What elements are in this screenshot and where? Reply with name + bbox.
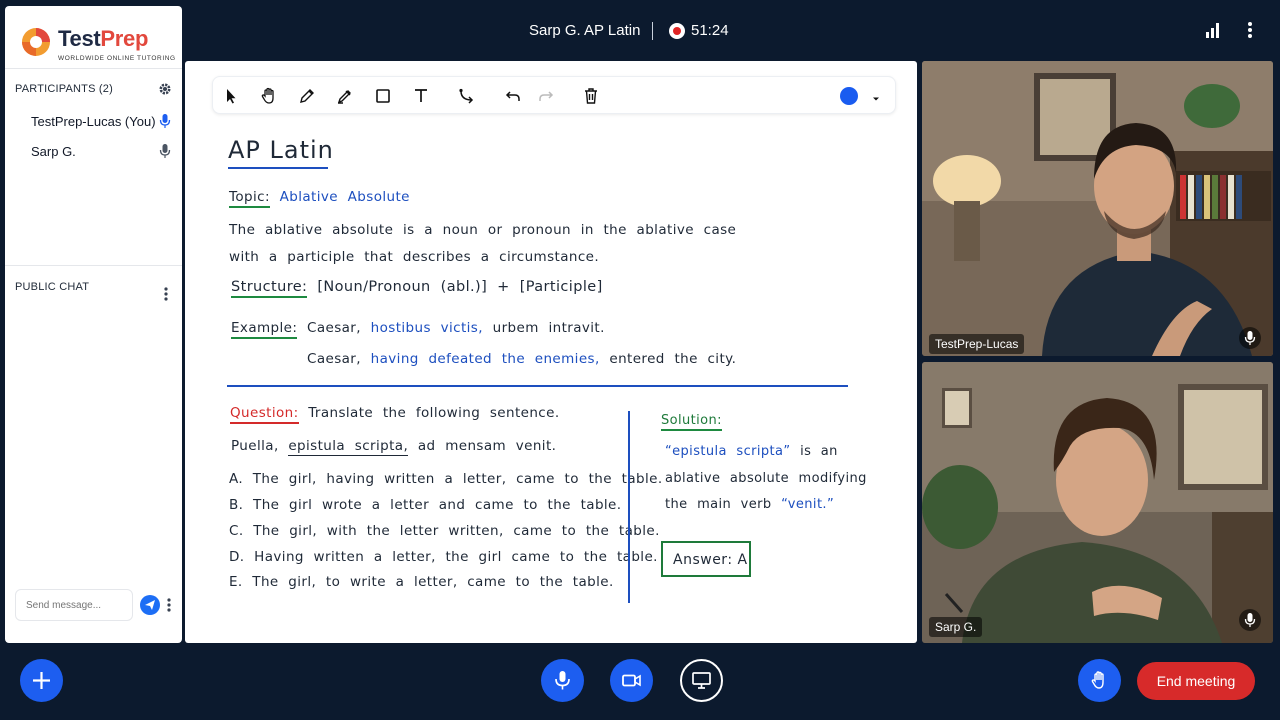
video-tile-sarp[interactable]: Sarp G. — [922, 362, 1273, 643]
video-tile-lucas[interactable]: TestPrep-Lucas — [922, 61, 1273, 356]
add-button[interactable] — [20, 659, 63, 702]
highlighter-icon[interactable] — [335, 86, 355, 106]
plus-icon — [33, 672, 50, 689]
question-line: Question: Translate the following senten… — [230, 405, 560, 424]
testprep-logo-mark-icon — [22, 28, 50, 56]
logo-tagline: WORLDWIDE ONLINE TUTORING — [58, 55, 176, 62]
screen-share-button[interactable] — [680, 659, 723, 702]
select-icon[interactable] — [221, 86, 241, 106]
trash-icon[interactable] — [581, 86, 601, 106]
participants-title: PARTICIPANTS (2) — [15, 83, 113, 95]
column-divider — [628, 411, 630, 603]
video-feed-sarp — [922, 362, 1273, 643]
divider — [5, 265, 182, 266]
microphone-toggle-button[interactable] — [541, 659, 584, 702]
chat-more-icon[interactable] — [162, 286, 170, 302]
section-divider — [227, 385, 848, 387]
recording-icon — [669, 23, 685, 39]
microphone-icon[interactable] — [1239, 609, 1261, 631]
video-feed-lucas — [922, 61, 1273, 356]
title-divider — [652, 22, 653, 40]
public-chat-title: PUBLIC CHAT — [15, 281, 90, 293]
microphone-icon[interactable] — [159, 113, 171, 129]
option-d: D. Having written a letter, the girl cam… — [229, 549, 658, 565]
example-label: Example: — [231, 320, 298, 339]
board-title: AP Latin — [228, 136, 334, 164]
chevron-down-icon[interactable] — [870, 90, 882, 102]
video-camera-icon — [622, 674, 641, 687]
whiteboard-toolbar — [212, 76, 896, 114]
top-bar: Sarp G. AP Latin 51:24 — [0, 0, 1280, 60]
structure-label: Structure: — [231, 279, 308, 298]
topic-value: Ablative Absolute — [279, 189, 410, 205]
chat-message-input[interactable] — [15, 589, 133, 621]
participant-sarp: Sarp G. — [31, 144, 76, 159]
microphone-icon — [555, 671, 570, 690]
microphone-icon[interactable] — [159, 143, 171, 159]
definition-line-2: with a participle that describes a circu… — [229, 249, 600, 265]
structure-line: Structure: [Noun/Pronoun (abl.)] + [Part… — [231, 279, 603, 298]
option-a: A. The girl, having written a letter, ca… — [229, 471, 663, 487]
send-icon — [145, 600, 155, 610]
text-icon[interactable] — [411, 86, 431, 106]
meeting-title: Sarp G. AP Latin — [529, 22, 641, 39]
answer-box: Answer: A — [661, 541, 751, 577]
solution-line-1: “epistula scripta” is an — [665, 444, 838, 459]
microphone-icon[interactable] — [1239, 327, 1261, 349]
video-name-tag: Sarp G. — [929, 617, 983, 637]
hand-icon[interactable] — [259, 86, 279, 106]
topic-line: Topic: Ablative Absolute — [229, 189, 410, 208]
answer-text: Answer: A — [673, 552, 748, 568]
video-name-tag: TestPrep-Lucas — [929, 334, 1025, 354]
gear-icon[interactable] — [158, 82, 172, 96]
rectangle-icon[interactable] — [373, 86, 393, 106]
solution-line-2: ablative absolute modifying — [665, 471, 867, 486]
color-picker-swatch[interactable] — [840, 87, 858, 105]
option-c: C. The girl, with the letter written, ca… — [229, 523, 660, 539]
sidebar: TestPrep WORLDWIDE ONLINE TUTORING PARTI… — [5, 6, 182, 643]
latin-sentence: Puella, epistula scripta, ad mensam veni… — [231, 438, 557, 456]
option-e: E. The girl, to write a letter, came to … — [229, 574, 614, 590]
raise-hand-button[interactable] — [1078, 659, 1121, 702]
more-options-icon[interactable] — [1242, 20, 1258, 40]
topic-label: Topic: — [229, 189, 270, 208]
whiteboard[interactable]: AP Latin Topic: Ablative Absolute The ab… — [185, 61, 917, 643]
question-text: Translate the following sentence. — [308, 405, 560, 421]
hand-icon — [1091, 671, 1104, 689]
example-latin: Caesar, hostibus victis, urbem intravit. — [307, 320, 605, 336]
chat-input-more-icon[interactable] — [165, 597, 173, 613]
monitor-icon — [692, 672, 711, 689]
divider — [5, 68, 182, 69]
meeting-timer: 51:24 — [691, 22, 729, 39]
option-b: B. The girl wrote a letter and came to t… — [229, 497, 622, 513]
connection-signal-icon[interactable] — [1205, 22, 1221, 38]
example-english: Caesar, having defeated the enemies, ent… — [307, 351, 737, 367]
pencil-icon[interactable] — [297, 86, 317, 106]
participant-lucas: TestPrep-Lucas (You) — [31, 114, 156, 129]
solution-line-3: the main verb “venit.” — [665, 497, 835, 512]
question-label: Question: — [230, 405, 299, 424]
logo-wordmark: TestPrep — [58, 26, 149, 51]
connector-icon[interactable] — [457, 86, 477, 106]
send-message-button[interactable] — [140, 595, 160, 615]
undo-icon[interactable] — [503, 86, 523, 106]
end-meeting-button[interactable]: End meeting — [1137, 662, 1255, 700]
definition-line-1: The ablative absolute is a noun or prono… — [229, 222, 737, 238]
title-underline — [228, 167, 328, 169]
structure-value: [Noun/Pronoun (abl.)] + [Participle] — [317, 279, 603, 295]
camera-toggle-button[interactable] — [610, 659, 653, 702]
solution-label: Solution: — [661, 413, 722, 431]
testprep-logo: TestPrep WORLDWIDE ONLINE TUTORING — [20, 22, 180, 64]
redo-icon[interactable] — [536, 86, 556, 106]
